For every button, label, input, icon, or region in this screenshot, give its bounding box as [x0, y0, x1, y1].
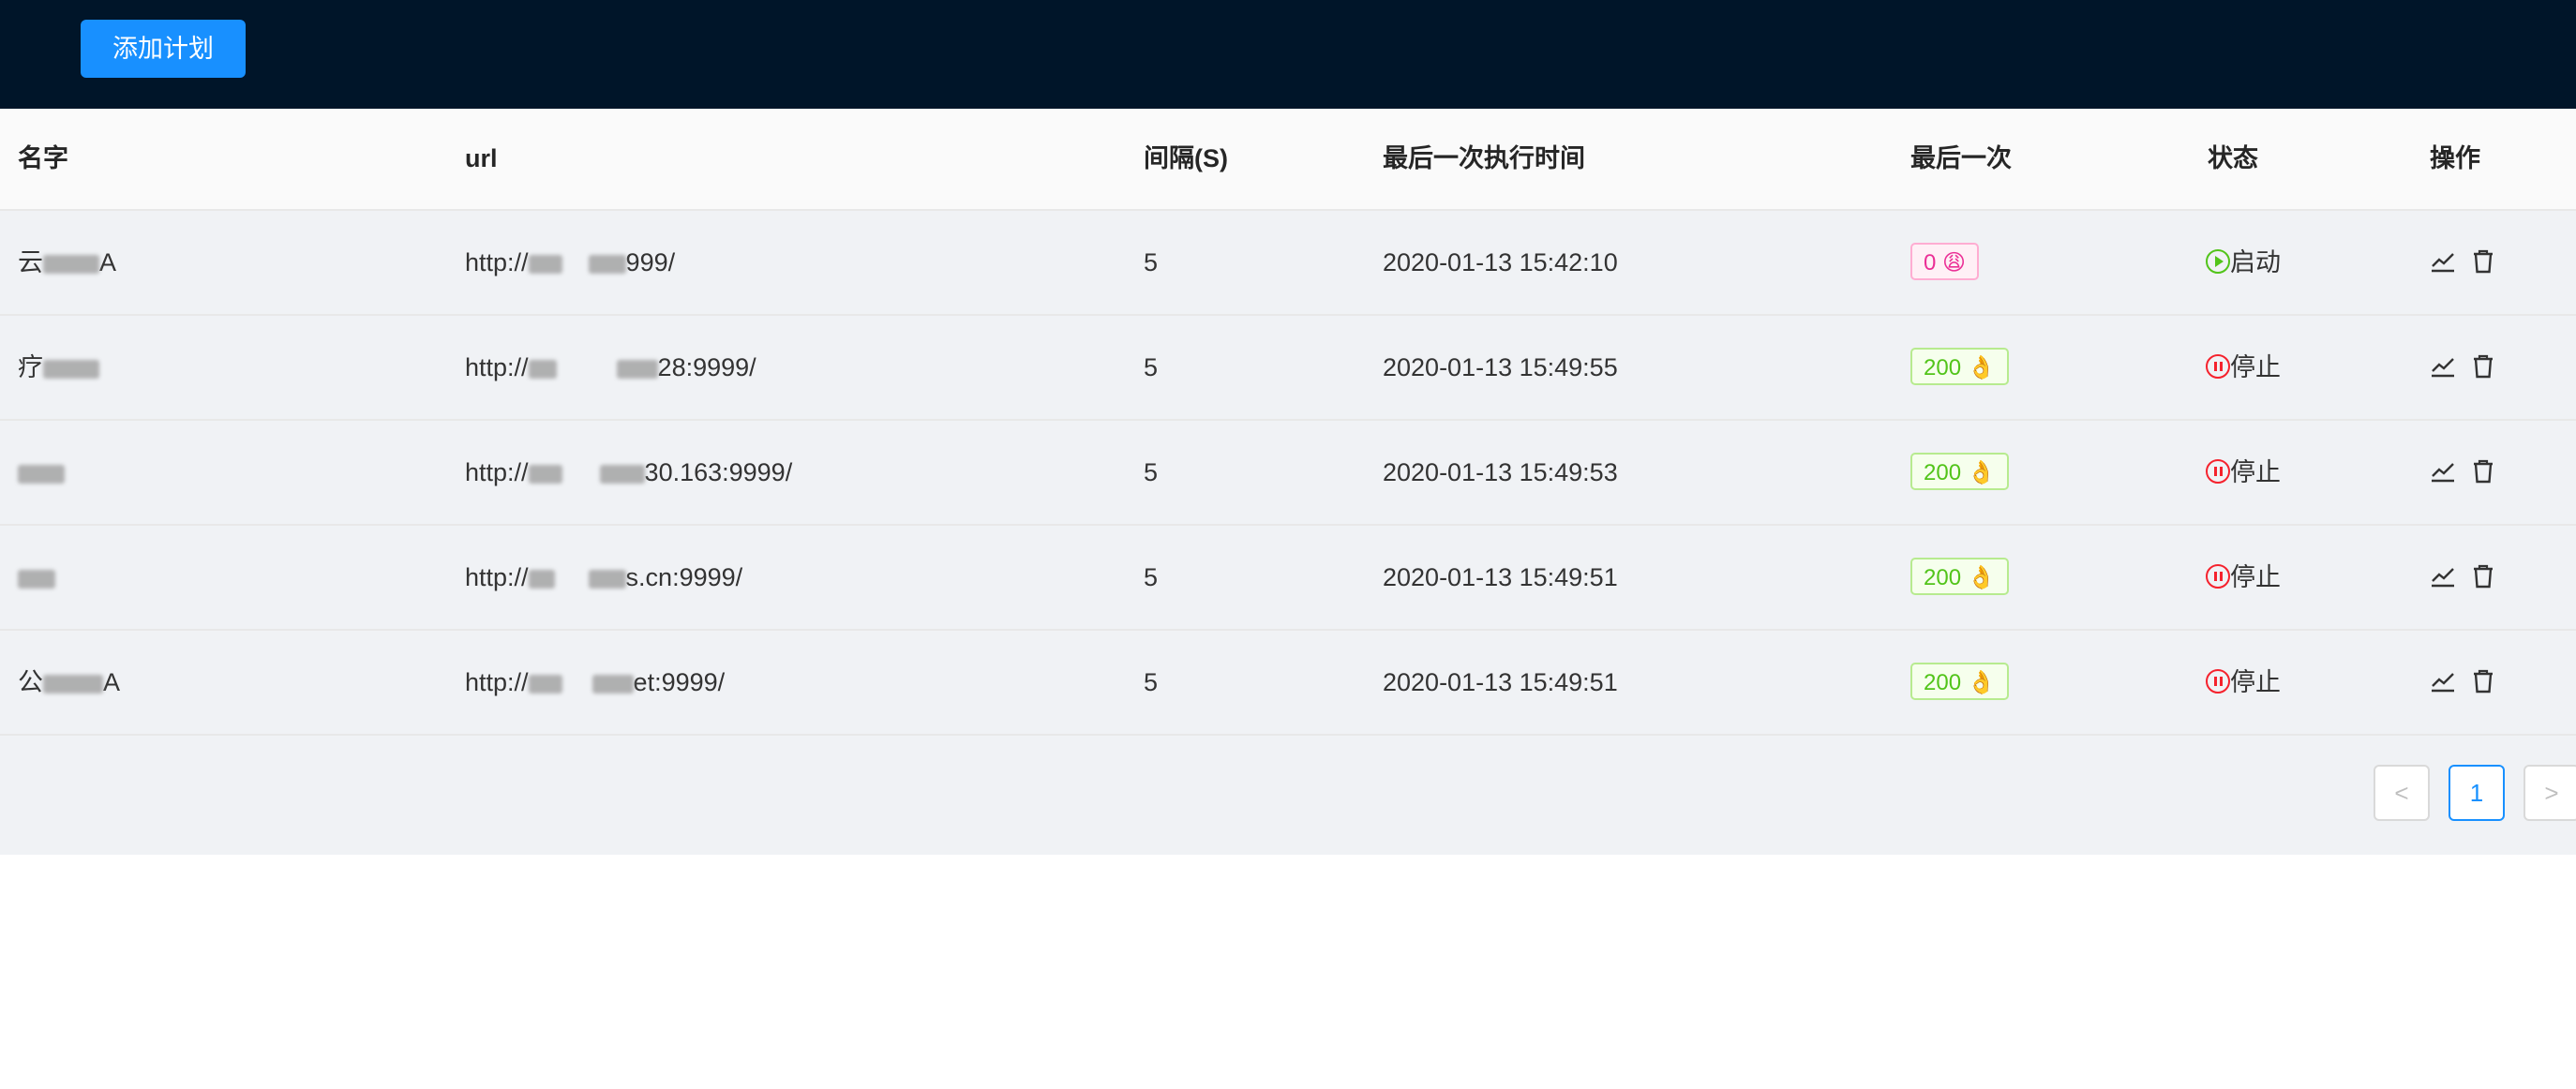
row-status-label: 停止	[2230, 668, 2281, 696]
row-status[interactable]: 停止	[2206, 421, 2281, 524]
redacted-text	[599, 464, 645, 484]
row-url: http:// 28:9999/	[465, 316, 756, 419]
row-name: 疗	[18, 316, 99, 419]
row-last-run-time: 2020-01-13 15:49:51	[1383, 668, 1618, 696]
pause-circle-icon	[2206, 458, 2230, 484]
delete-icon[interactable]	[2470, 353, 2496, 380]
redacted-text	[528, 569, 555, 589]
row-url-suffix: et:9999/	[633, 668, 726, 696]
row-status[interactable]: 启动	[2206, 211, 2281, 314]
column-header-last-run-time: 最后一次执行时间	[1383, 144, 1585, 172]
row-status-label: 停止	[2230, 563, 2281, 591]
row-name	[18, 526, 55, 629]
table-row: 公 Ahttp://et:9999/5 2020-01-13 15:49:51 200…	[0, 631, 2576, 736]
line-chart-icon[interactable]	[2430, 563, 2456, 589]
row-last-run-time: 2020-01-13 15:49:53	[1383, 458, 1618, 486]
table-row: 云 Ahttp://999/5 2020-01-13 15:42:10 0 😩 启动	[0, 211, 2576, 316]
table-header: 名字 url 间隔(S) 最后一次执行时间 最后一次 状态 操作	[0, 109, 2576, 211]
row-status[interactable]: 停止	[2206, 526, 2281, 629]
row-url: http:// et:9999/	[465, 631, 725, 734]
last-result-tag: 200 👌	[1910, 348, 2009, 385]
redacted-text	[528, 674, 562, 694]
table-row: 疗 http:// 28:9999/5 2020-01-13 15:49:55 200 …	[0, 316, 2576, 421]
row-url-prefix: http://	[465, 353, 529, 381]
row-url: http:// 999/	[465, 211, 675, 314]
redacted-text	[588, 569, 626, 589]
row-status-label: 启动	[2230, 248, 2281, 276]
delete-icon[interactable]	[2470, 668, 2496, 694]
column-header-interval: 间隔(S)	[1144, 144, 1228, 172]
redacted-text	[18, 464, 65, 484]
table-row: http:// s.cn:9999/5 2020-01-13 15:49:51 200…	[0, 526, 2576, 631]
row-status-label: 停止	[2230, 458, 2281, 486]
row-interval: 5	[1144, 458, 1159, 486]
row-name: 云A	[18, 211, 116, 314]
row-url-suffix: 999/	[625, 248, 676, 276]
row-name-tail: A	[99, 248, 117, 276]
row-status[interactable]: 停止	[2206, 631, 2281, 734]
column-header-actions: 操作	[2430, 144, 2480, 172]
redacted-text	[592, 674, 634, 694]
row-url-suffix: s.cn:9999/	[625, 563, 743, 591]
top-header: 添加计划	[0, 0, 2576, 109]
play-circle-icon	[2206, 248, 2230, 274]
redacted-text	[528, 464, 562, 484]
redacted-text	[616, 359, 658, 379]
delete-icon[interactable]	[2470, 248, 2496, 275]
row-url-suffix: 30.163:9999/	[644, 458, 793, 486]
redacted-text	[18, 569, 55, 589]
pause-circle-icon	[2206, 353, 2230, 379]
delete-icon[interactable]	[2470, 563, 2496, 589]
pagination-next-button[interactable]: >	[2524, 765, 2576, 821]
row-interval: 5	[1144, 563, 1159, 591]
line-chart-icon[interactable]	[2430, 458, 2456, 485]
delete-icon[interactable]	[2470, 458, 2496, 485]
row-url-prefix: http://	[465, 458, 529, 486]
last-result-tag: 200 👌	[1910, 558, 2009, 595]
row-url: http:// s.cn:9999/	[465, 526, 742, 629]
row-status[interactable]: 停止	[2206, 316, 2281, 419]
row-url-prefix: http://	[465, 563, 529, 591]
redacted-text	[588, 254, 626, 274]
add-plan-button[interactable]: 添加计划	[81, 20, 246, 78]
redacted-text	[528, 254, 562, 274]
row-name-visible: 疗	[18, 353, 43, 381]
redacted-text	[528, 359, 557, 379]
pause-circle-icon	[2206, 668, 2230, 694]
column-header-url: url	[465, 144, 498, 172]
row-interval: 5	[1144, 248, 1159, 276]
last-result-tag: 0 😩	[1910, 243, 1980, 280]
redacted-text	[43, 359, 99, 379]
row-name-tail: A	[103, 668, 121, 696]
row-interval: 5	[1144, 353, 1159, 381]
row-url-prefix: http://	[465, 668, 529, 696]
pause-circle-icon	[2206, 563, 2230, 589]
table-row: http:// 30.163:9999/5 2020-01-13 15:49:53 2…	[0, 421, 2576, 526]
row-name	[18, 421, 65, 524]
row-name-visible: 云	[18, 248, 43, 276]
last-result-tag: 200 👌	[1910, 663, 2009, 700]
column-header-last-result: 最后一次	[1910, 144, 2012, 172]
row-last-run-time: 2020-01-13 15:49:51	[1383, 563, 1618, 591]
pagination-page-1[interactable]: 1	[2449, 765, 2505, 821]
row-last-run-time: 2020-01-13 15:49:55	[1383, 353, 1618, 381]
line-chart-icon[interactable]	[2430, 353, 2456, 380]
line-chart-icon[interactable]	[2430, 248, 2456, 275]
pagination-prev-button[interactable]: <	[2374, 765, 2430, 821]
column-header-name: 名字	[18, 144, 68, 172]
redacted-text	[43, 674, 103, 694]
row-interval: 5	[1144, 668, 1159, 696]
column-header-status: 状态	[2208, 144, 2258, 172]
row-last-run-time: 2020-01-13 15:42:10	[1383, 248, 1618, 276]
last-result-tag: 200 👌	[1910, 453, 2009, 490]
row-status-label: 停止	[2230, 353, 2281, 381]
row-url-prefix: http://	[465, 248, 529, 276]
line-chart-icon[interactable]	[2430, 668, 2456, 694]
redacted-text	[43, 254, 99, 274]
row-url-suffix: 28:9999/	[657, 353, 756, 381]
row-name-visible: 公	[18, 668, 43, 696]
row-url: http:// 30.163:9999/	[465, 421, 792, 524]
row-name: 公A	[18, 631, 120, 734]
